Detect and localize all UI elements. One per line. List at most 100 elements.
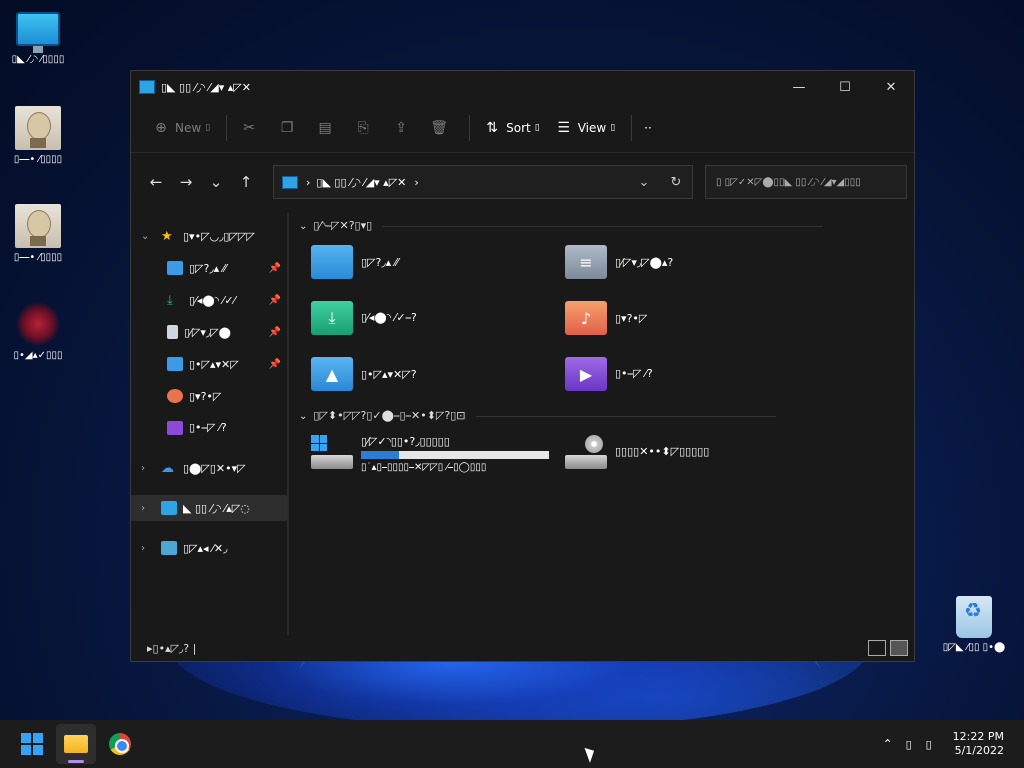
- sidebar-item-label: ▯▾•◸◡◞▯◸◸◸: [183, 229, 255, 243]
- new-label: New: [175, 120, 202, 135]
- recent-locations-button[interactable]: ⌄: [201, 167, 231, 197]
- paste-button[interactable]: ▤: [315, 119, 339, 137]
- music-folder-icon: ♪: [565, 301, 607, 335]
- volume-icon[interactable]: ▯: [919, 738, 939, 751]
- clock-date: 5/1/2022: [954, 744, 1004, 757]
- folder-videos[interactable]: ▶ ▯•⎯◸ ⁄?: [565, 357, 653, 391]
- pin-icon: 📌: [268, 326, 281, 338]
- sidebar-item-network[interactable]: › ▯◸▴◂ ⁄✕◞: [131, 535, 287, 561]
- sidebar-item-label: ▯⁄◸▾◞◸⬤: [184, 325, 231, 339]
- dvd-drive-icon: [565, 435, 607, 469]
- group-header-label: ▯◸⬍•◸◸?▯✓⬤⎯▯⎯✕•⬍◸?▯⊡: [313, 409, 466, 422]
- desktop-icon-label: ▯⎯⎯• ⁄▯▯▯▯: [13, 252, 63, 263]
- sidebar-item-label: ▯•⎯◸ ⁄?: [189, 421, 227, 434]
- show-hidden-icons-button[interactable]: ⌃: [877, 737, 899, 751]
- sidebar-item-label: ▯⁄◂⬤◝ ⁄✓⁄: [189, 293, 236, 307]
- file-explorer-icon: [64, 735, 88, 753]
- sidebar-item-downloads[interactable]: ⤓ ▯⁄◂⬤◝ ⁄✓⁄ 📌: [131, 287, 287, 313]
- breadcrumb-this-pc[interactable]: ▯◣ ▯▯ ⁄◞◝ ⁄◢▾ ▴◸✕: [316, 176, 406, 189]
- new-button[interactable]: ⊕ New ▯: [151, 119, 210, 137]
- search-box[interactable]: ▯ ▯◸✓✕◸⬤▯▯◣ ▯▯ ⁄◞◝ ⁄◢▾◢▯▯▯: [705, 165, 907, 199]
- paste-icon: ▤: [318, 119, 332, 136]
- delete-button[interactable]: 🗑: [429, 119, 453, 137]
- tiles-view-button[interactable]: [890, 640, 908, 656]
- drive-local-disk[interactable]: ▯⁄◸✓◝▯▯•?◞▯▯▯▯▯ ▯˙▴▯⎯▯▯▯▯⎯✕◸◸▯ ⁄⎯▯◯▯▯▯: [311, 435, 549, 473]
- recycle-bin-icon: [956, 596, 992, 638]
- folder-music[interactable]: ♪ ▯▾?•◸: [565, 301, 647, 335]
- sort-button[interactable]: ⇅ Sort ▯: [482, 119, 540, 137]
- maximize-button[interactable]: ☐: [822, 71, 868, 103]
- sidebar-item-label: ▯⬤◸▯✕•▾◸: [183, 461, 246, 475]
- network-icon: [161, 541, 177, 555]
- details-view-button[interactable]: [868, 640, 886, 656]
- view-button[interactable]: ☰ View ▯: [554, 119, 615, 137]
- rename-button[interactable]: ⎘: [353, 119, 377, 137]
- desktop-icon-this-pc[interactable]: ▯◣ ⁄◞◝ ⁄▯▯▯▯: [0, 12, 76, 66]
- toolbar-divider: [631, 114, 633, 141]
- content-pane: ⌄ ▯⁄◝⎯◸✕?▯▾▯ ▯◸?◞▴ ⁄⁄ ≡ ▯⁄◸▾◞◸⬤▴? ⤓ ▯⁄◂⬤…: [291, 213, 913, 635]
- sidebar-item-this-pc[interactable]: › ◣ ▯▯ ⁄◞◝ ⁄▴◸◌: [131, 495, 287, 521]
- sidebar-item-videos[interactable]: ▯•⎯◸ ⁄?: [131, 415, 287, 441]
- sort-caret: ▯: [534, 122, 540, 133]
- drive-usage-bar: [361, 451, 549, 459]
- desktop-icon-recycle-bin[interactable]: ▯◸◣ ⁄▯▯ ▯•⬤: [936, 596, 1012, 654]
- status-item-count: ▸▯•▴◸◞? |: [147, 641, 197, 655]
- address-bar[interactable]: › ▯◣ ▯▯ ⁄◞◝ ⁄◢▾ ▴◸✕ › ⌄ ↻: [273, 165, 693, 199]
- taskbar: ⌃ ▯ ▯ 12:22 PM 5/1/2022: [0, 720, 1024, 768]
- sidebar-item-documents[interactable]: ▯⁄◸▾◞◸⬤ 📌: [131, 319, 287, 345]
- clock-time: 12:22 PM: [952, 730, 1004, 743]
- new-caret: ▯: [205, 122, 211, 133]
- copy-button[interactable]: ❐: [277, 119, 301, 137]
- address-dropdown-button[interactable]: ⌄: [628, 175, 660, 190]
- plus-circle-icon: ⊕: [155, 119, 167, 136]
- folder-pictures[interactable]: ▲ ▯•◸▴▾✕◸?: [311, 357, 417, 391]
- cut-button[interactable]: ✂: [239, 119, 263, 137]
- chevron-right-icon: ›: [141, 462, 145, 474]
- folder-desktop[interactable]: ▯◸?◞▴ ⁄⁄: [311, 245, 398, 279]
- folder-downloads[interactable]: ⤓ ▯⁄◂⬤◝ ⁄✓⎯?: [311, 301, 417, 335]
- sidebar-item-onedrive[interactable]: › ☁ ▯⬤◸▯✕•▾◸: [131, 455, 287, 481]
- drive-dvd[interactable]: ▯▯▯▯✕••⬍◸▯▯▯▯▯: [565, 435, 709, 469]
- close-button[interactable]: ✕: [868, 71, 914, 103]
- status-bar: ▸▯•▴◸◞? |: [131, 635, 914, 661]
- more-options-button[interactable]: ··: [644, 121, 652, 135]
- desktop-icon-label: ▯•◢▴✓▯▯▯: [13, 350, 63, 361]
- navigation-pane: ⌄ ★ ▯▾•◸◡◞▯◸◸◸ ▯◸?◞▴ ⁄⁄ 📌 ⤓ ▯⁄◂⬤◝ ⁄✓⁄ 📌 …: [131, 213, 289, 635]
- music-icon: [167, 389, 183, 403]
- taskbar-chrome[interactable]: [100, 724, 140, 764]
- star-icon: ★: [161, 229, 173, 244]
- arrow-left-icon: ←: [149, 173, 163, 191]
- cloud-icon: ☁: [161, 461, 174, 476]
- up-button[interactable]: ↑: [231, 167, 261, 197]
- taskbar-file-explorer[interactable]: [56, 724, 96, 764]
- desktop-icon-label: ▯⎯⎯• ⁄▯▯▯▯: [13, 154, 63, 165]
- sidebar-item-music[interactable]: ▯▾?•◸: [131, 383, 287, 409]
- desktop-icon-image-1[interactable]: ▯⎯⎯• ⁄▯▯▯▯: [0, 106, 76, 166]
- start-button[interactable]: [12, 724, 52, 764]
- desktop-icon-shortcut[interactable]: ▯•◢▴✓▯▯▯: [0, 302, 76, 362]
- sort-icon: ⇅: [486, 119, 498, 136]
- folder-documents[interactable]: ≡ ▯⁄◸▾◞◸⬤▴?: [565, 245, 673, 279]
- group-header-label: ▯⁄◝⎯◸✕?▯▾▯: [313, 219, 373, 232]
- breadcrumb-separator[interactable]: ›: [414, 176, 418, 189]
- sidebar-item-pictures[interactable]: ▯•◸▴▾✕◸ 📌: [131, 351, 287, 377]
- sidebar-item-quick-access[interactable]: ⌄ ★ ▯▾•◸◡◞▯◸◸◸: [131, 223, 287, 249]
- share-icon: ⇪: [395, 119, 407, 136]
- windows-logo-icon: [21, 733, 43, 755]
- folders-group-header[interactable]: ⌄ ▯⁄◝⎯◸✕?▯▾▯: [299, 219, 823, 233]
- chrome-icon: [109, 733, 131, 755]
- minimize-button[interactable]: —: [776, 71, 822, 103]
- sidebar-item-desktop[interactable]: ▯◸?◞▴ ⁄⁄ 📌: [131, 255, 287, 281]
- back-button[interactable]: ←: [141, 167, 171, 197]
- title-bar[interactable]: ▯◣ ▯▯ ⁄◞◝ ⁄◢▾ ▴◸✕ — ☐ ✕: [131, 71, 914, 103]
- drives-group-header[interactable]: ⌄ ▯◸⬍•◸◸?▯✓⬤⎯▯⎯✕•⬍◸?▯⊡: [299, 409, 776, 423]
- desktop-icon-image-2[interactable]: ▯⎯⎯• ⁄▯▯▯▯: [0, 204, 76, 264]
- document-icon: [167, 325, 178, 339]
- share-button[interactable]: ⇪: [391, 119, 415, 137]
- clock[interactable]: 12:22 PM 5/1/2022: [953, 730, 1004, 758]
- network-icon[interactable]: ▯: [899, 738, 919, 751]
- window-title: ▯◣ ▯▯ ⁄◞◝ ⁄◢▾ ▴◸✕: [161, 80, 251, 94]
- chevron-right-icon: ›: [141, 502, 145, 514]
- forward-button[interactable]: →: [171, 167, 201, 197]
- refresh-button[interactable]: ↻: [660, 175, 692, 190]
